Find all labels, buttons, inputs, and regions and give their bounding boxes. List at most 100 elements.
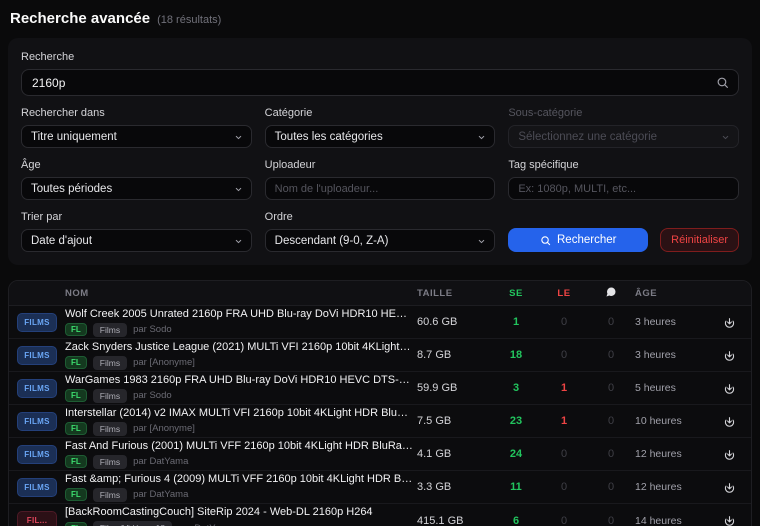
- reset-button[interactable]: Réinitialiser: [660, 228, 739, 252]
- leechers-value: 0: [541, 316, 587, 328]
- search-input[interactable]: [21, 69, 739, 96]
- leechers-value: 0: [541, 515, 587, 526]
- torrent-name-cell: Fast And Furious (2001) MULTi VFF 2160p …: [65, 440, 413, 469]
- comments-count: 0: [591, 349, 631, 361]
- category-badge[interactable]: FILMS: [17, 313, 57, 332]
- torrent-name-cell: WarGames 1983 2160p FRA UHD Blu-ray DoVi…: [65, 374, 413, 403]
- torrent-meta: FL Films par Sodo: [65, 389, 413, 403]
- chevron-down-icon: [234, 133, 243, 145]
- category-tag[interactable]: Films: [93, 488, 127, 502]
- category-badge[interactable]: FILMS: [17, 346, 57, 365]
- search-in-select[interactable]: Titre uniquement: [21, 125, 252, 148]
- torrent-title-link[interactable]: [BackRoomCastingCouch] SiteRip 2024 - We…: [65, 506, 413, 518]
- order-select[interactable]: Descendant (9-0, Z-A): [265, 229, 496, 252]
- uploader-link[interactable]: par DatYama: [133, 456, 188, 467]
- category-tag[interactable]: Films: [93, 389, 127, 403]
- category-tag[interactable]: Films: [93, 455, 127, 469]
- category-badge[interactable]: FILMS: [17, 379, 57, 398]
- seeders-value: 18: [495, 349, 537, 361]
- seeders-value: 3: [495, 382, 537, 394]
- freeleech-badge: FL: [65, 389, 87, 402]
- results-table: NOM TAILLE SE LE ÂGE FILMS Wolf Creek 20…: [8, 280, 752, 526]
- seeders-value: 6: [495, 515, 537, 526]
- table-row[interactable]: FILMS Interstellar (2014) v2 IMAX MULTi …: [9, 405, 751, 438]
- uploader-input[interactable]: [265, 177, 496, 200]
- leechers-value: 0: [541, 349, 587, 361]
- tag-label: Tag spécifique: [508, 159, 739, 171]
- category-badge[interactable]: FILMS: [17, 412, 57, 431]
- table-row[interactable]: FILMS Zack Snyders Justice League (2021)…: [9, 339, 751, 372]
- uploader-link[interactable]: par DatYama: [133, 489, 188, 500]
- uploader-link[interactable]: par DatYama: [178, 523, 233, 526]
- comments-count: 0: [591, 448, 631, 460]
- download-icon[interactable]: [715, 415, 743, 428]
- size-value: 60.6 GB: [417, 316, 491, 328]
- table-row[interactable]: FILMS Wolf Creek 2005 Unrated 2160p FRA …: [9, 306, 751, 339]
- page-title: Recherche avancée: [10, 10, 150, 27]
- age-value: 3 heures: [635, 316, 711, 328]
- chevron-down-icon: [477, 133, 486, 145]
- torrent-title-link[interactable]: Wolf Creek 2005 Unrated 2160p FRA UHD Bl…: [65, 308, 413, 320]
- col-header-size: TAILLE: [417, 288, 491, 299]
- uploader-link[interactable]: par [Anonyme]: [133, 423, 195, 434]
- search-icon: [716, 76, 729, 94]
- freeleech-badge: FL: [65, 422, 87, 435]
- uploader-link[interactable]: par [Anonyme]: [133, 357, 195, 368]
- search-in-value: Titre uniquement: [31, 131, 117, 143]
- table-row[interactable]: FIL... [BackRoomCastingCouch] SiteRip 20…: [9, 504, 751, 526]
- download-icon[interactable]: [715, 448, 743, 461]
- category-badge[interactable]: FIL...: [17, 511, 57, 526]
- size-value: 8.7 GB: [417, 349, 491, 361]
- download-icon[interactable]: [715, 481, 743, 494]
- torrent-name-cell: Interstellar (2014) v2 IMAX MULTi VFI 21…: [65, 407, 413, 436]
- category-badge[interactable]: FILMS: [17, 445, 57, 464]
- leechers-value: 1: [541, 415, 587, 427]
- freeleech-badge: FL: [65, 455, 87, 468]
- uploader-link[interactable]: par Sodo: [133, 324, 172, 335]
- torrent-title-link[interactable]: Fast &amp; Furious 4 (2009) MULTi VFF 21…: [65, 473, 413, 485]
- seeders-value: 11: [495, 481, 537, 493]
- leechers-value: 0: [541, 448, 587, 460]
- table-row[interactable]: FILMS Fast And Furious (2001) MULTi VFF …: [9, 438, 751, 471]
- torrent-title-link[interactable]: Interstellar (2014) v2 IMAX MULTi VFI 21…: [65, 407, 413, 419]
- search-in-label: Rechercher dans: [21, 107, 252, 119]
- col-header-age: ÂGE: [635, 288, 711, 299]
- col-header-seeders: SE: [495, 288, 537, 299]
- category-value: Toutes les catégories: [275, 131, 383, 143]
- category-tag[interactable]: Films/Vidéos +18: [93, 521, 172, 526]
- subcategory-value: Sélectionnez une catégorie: [518, 131, 657, 143]
- size-value: 4.1 GB: [417, 448, 491, 460]
- sort-value: Date d'ajout: [31, 235, 92, 247]
- category-select[interactable]: Toutes les catégories: [265, 125, 496, 148]
- chevron-down-icon: [477, 237, 486, 249]
- table-row[interactable]: FILMS WarGames 1983 2160p FRA UHD Blu-ra…: [9, 372, 751, 405]
- torrent-title-link[interactable]: Zack Snyders Justice League (2021) MULTi…: [65, 341, 413, 353]
- chevron-down-icon: [234, 185, 243, 197]
- tag-input[interactable]: [508, 177, 739, 200]
- search-button[interactable]: Rechercher: [508, 228, 648, 252]
- age-value: 10 heures: [635, 415, 711, 427]
- category-badge[interactable]: FILMS: [17, 478, 57, 497]
- torrent-title-link[interactable]: Fast And Furious (2001) MULTi VFF 2160p …: [65, 440, 413, 452]
- category-tag[interactable]: Films: [93, 356, 127, 370]
- category-tag[interactable]: Films: [93, 422, 127, 436]
- form-actions: Rechercher Réinitialiser: [508, 228, 739, 252]
- age-value: 14 heures: [635, 515, 711, 526]
- leechers-value: 0: [541, 481, 587, 493]
- uploader-link[interactable]: par Sodo: [133, 390, 172, 401]
- chevron-down-icon: [234, 237, 243, 249]
- download-icon[interactable]: [715, 349, 743, 362]
- download-icon[interactable]: [715, 316, 743, 329]
- field-sort: Trier par Date d'ajout: [21, 211, 252, 252]
- age-value: 5 heures: [635, 382, 711, 394]
- sort-select[interactable]: Date d'ajout: [21, 229, 252, 252]
- field-order: Ordre Descendant (9-0, Z-A): [265, 211, 496, 252]
- download-icon[interactable]: [715, 514, 743, 526]
- table-row[interactable]: FILMS Fast &amp; Furious 4 (2009) MULTi …: [9, 471, 751, 504]
- download-icon[interactable]: [715, 382, 743, 395]
- search-label: Recherche: [21, 51, 739, 63]
- category-tag[interactable]: Films: [93, 323, 127, 337]
- table-header-row: NOM TAILLE SE LE ÂGE: [9, 281, 751, 306]
- torrent-title-link[interactable]: WarGames 1983 2160p FRA UHD Blu-ray DoVi…: [65, 374, 413, 386]
- age-select[interactable]: Toutes périodes: [21, 177, 252, 200]
